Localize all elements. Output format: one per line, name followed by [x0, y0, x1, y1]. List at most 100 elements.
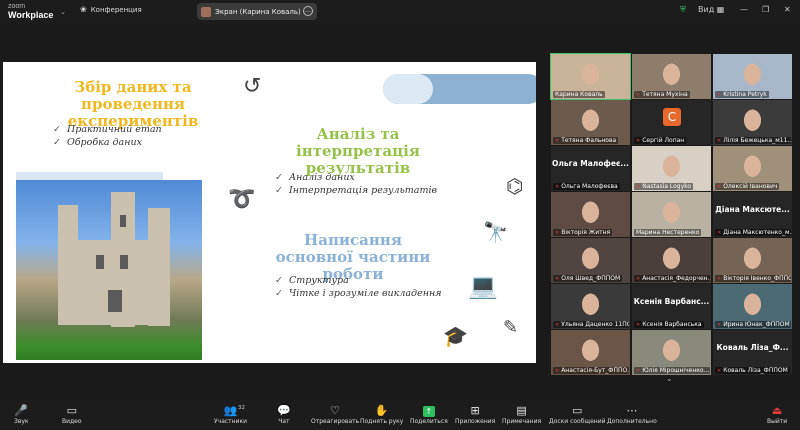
participant-name: Олексій Іванович	[715, 183, 780, 190]
exit-icon: ⏏	[771, 404, 783, 417]
more-button[interactable]: ⋯ Дополнительно	[607, 403, 657, 425]
participants-button[interactable]: 👥 32 Участники	[214, 403, 247, 425]
participant-tile[interactable]: Оля Швед_ФППОМ	[551, 238, 630, 283]
more-dots-icon: ⋯	[626, 404, 638, 417]
mic-muted-icon: 🎤	[14, 404, 29, 417]
share-button[interactable]: ↑ Поделиться	[410, 403, 448, 425]
board-icon: ▭	[572, 404, 583, 417]
participant-name: Тетяна Мухіна	[634, 91, 690, 98]
participant-tile[interactable]: Ксенія Варбанс... Ксенія Варбанська	[632, 284, 711, 329]
participant-tile[interactable]: Юлія Мірошніченко...	[632, 330, 711, 375]
chat-button[interactable]: 💬 Чат	[277, 403, 291, 425]
participant-avatar: C	[663, 108, 681, 126]
top-bar: zoom Workplace ⌄ ❀ Конференция Экран (Ка…	[0, 0, 800, 24]
conference-menu[interactable]: ❀ Конференция	[80, 5, 142, 14]
participant-tile[interactable]: Коваль Ліза_Ф... Коваль Ліза_ФППОМ	[713, 330, 792, 375]
arrow-doodle-icon: ↺	[243, 74, 262, 99]
slide-heading-2: Аналіз та інтерпретація результатів	[296, 125, 420, 177]
apps-icon: ⊞	[470, 404, 480, 417]
participant-tile[interactable]: Вікторія Івенко_ФППОМ	[713, 238, 792, 283]
graduation-cap-doodle-icon: 🎓	[443, 324, 468, 348]
participant-tile[interactable]: Марина Нестеренко	[632, 192, 711, 237]
participant-name: Марина Нестеренко	[634, 229, 702, 236]
window	[120, 255, 128, 269]
slide-item: Обробка даних	[53, 137, 142, 148]
laptop-doodle-icon: 💻	[468, 272, 498, 300]
meeting-toolbar: 🎤 Звук ▭ Видео 👥 32 Участники 💬 Чат ♡ От…	[0, 400, 800, 430]
hand-icon: ✋	[374, 404, 389, 417]
participant-tile[interactable]: Тетяна Фальнова	[551, 100, 630, 145]
participant-tile[interactable]: Вікторія Житня	[551, 192, 630, 237]
restore-icon[interactable]: ❐	[762, 5, 769, 14]
slide-heading-1: Збір даних та проведення експериментів	[67, 78, 199, 130]
telescope-doodle-icon: 🔭	[483, 220, 508, 244]
notes-button[interactable]: ▤ Примечания	[502, 403, 541, 425]
participant-tile[interactable]: Kristina Petryk	[713, 54, 792, 99]
pencil-doodle-icon: ✎	[503, 317, 519, 338]
participant-tile[interactable]: C Сергій Лопан	[632, 100, 711, 145]
heart-icon: ♡	[330, 404, 341, 417]
audio-button[interactable]: 🎤 Звук	[14, 403, 29, 425]
participant-display-name: Діана Максюте...	[715, 205, 790, 214]
participant-tile[interactable]: Ирина Юнак_ФППОМ	[713, 284, 792, 329]
university-photo	[16, 180, 202, 360]
zoom-logo: zoom Workplace	[8, 3, 54, 20]
window	[120, 215, 126, 227]
react-button[interactable]: ♡ Отреагировать	[311, 403, 359, 425]
participant-tile[interactable]: Ольга Малофеє... Ольга Малофеєва	[551, 146, 630, 191]
message-boards-button[interactable]: ▭ Доски сообщений	[549, 403, 606, 425]
door	[108, 290, 122, 312]
slide-item: Аналіз даних	[275, 172, 355, 183]
view-button[interactable]: Вид ▦	[698, 5, 724, 14]
participant-name: Лілія Бежецька_м11...	[715, 137, 791, 144]
presenter-avatar	[201, 6, 211, 17]
share-arrow-icon: ↑	[410, 403, 448, 418]
shared-slide: Збір даних та проведення експериментів П…	[3, 62, 536, 363]
participant-gallery: Карина Коваль Тетяна Мухіна Kristina Petry…	[549, 53, 793, 384]
participant-tile[interactable]: Тетяна Мухіна	[632, 54, 711, 99]
decor-box	[16, 172, 163, 180]
apps-button[interactable]: ⊞ Приложения	[455, 403, 495, 425]
notes-icon: ▤	[516, 404, 527, 417]
participant-name: Ульяна Даценко 11ПО	[553, 321, 629, 328]
participant-name: Kristina Petryk	[715, 91, 769, 98]
participant-name: Nastasia Logyko	[634, 183, 694, 190]
more-icon[interactable]: …	[303, 6, 313, 16]
slide-item: Інтерпретація результатів	[275, 185, 437, 196]
participant-name: Тетяна Фальнова	[553, 137, 619, 144]
chevron-down-icon[interactable]: ⌄	[60, 8, 66, 16]
participant-name: Ксенія Варбанська	[634, 321, 704, 328]
camera-icon: ▭	[66, 404, 77, 417]
participant-tile[interactable]: Анастасія_Федорчен...	[632, 238, 711, 283]
slide-item: Структура	[275, 275, 349, 286]
participant-tile[interactable]: Діана Максюте... Діана Максютенко_м...	[713, 192, 792, 237]
decor-pill-light	[383, 74, 433, 104]
participant-display-name: Коваль Ліза_Ф...	[716, 343, 789, 352]
participant-name: Анастасія-Бут_ФППО...	[553, 367, 629, 374]
participant-name: Оля Швед_ФППОМ	[553, 275, 623, 282]
raise-hand-button[interactable]: ✋ Поднять руку	[360, 403, 403, 425]
shield-icon[interactable]: ⛨	[680, 5, 686, 15]
participant-name: Сергій Лопан	[634, 137, 687, 144]
participant-tile[interactable]: Ульяна Даценко 11ПО	[551, 284, 630, 329]
close-icon[interactable]: ✕	[784, 5, 791, 14]
participant-tile[interactable]: Олексій Іванович	[713, 146, 792, 191]
leave-button[interactable]: ⏏ Выйти	[767, 403, 787, 425]
participant-tile[interactable]: Карина Коваль	[550, 53, 631, 100]
view-grid-icon: ▦	[716, 5, 725, 14]
building	[71, 240, 161, 325]
minimize-icon[interactable]: —	[740, 5, 748, 14]
screen-share-indicator[interactable]: Экран (Карина Коваль) …	[197, 3, 317, 20]
participant-name: Вікторія Івенко_ФППОМ	[715, 275, 791, 282]
participant-tile[interactable]: Анастасія-Бут_ФППО...	[551, 330, 630, 375]
participant-name: Карина Коваль	[553, 91, 605, 98]
participant-tile[interactable]: Nastasia Logyko	[632, 146, 711, 191]
zoom-window: zoom Workplace ⌄ ❀ Конференция Экран (Ка…	[0, 0, 800, 430]
chevron-down-icon[interactable]: ⌄	[666, 374, 673, 383]
slide-item: Чітке і зрозуміле викладення	[275, 288, 442, 299]
chat-icon: 💬	[277, 404, 291, 417]
participant-name: Анастасія_Федорчен...	[634, 275, 710, 282]
video-button[interactable]: ▭ Видео	[62, 403, 82, 425]
slide-item: Практичний етап	[53, 124, 162, 135]
participant-tile[interactable]: Лілія Бежецька_м11...	[713, 100, 792, 145]
